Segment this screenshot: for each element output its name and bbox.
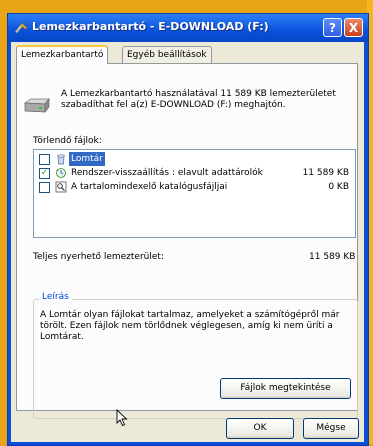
title-bar[interactable]: Lemezkarbantartó - E-DOWNLOAD (F:) ? X xyxy=(8,14,368,42)
mouse-cursor-icon xyxy=(116,409,128,427)
help-button[interactable]: ? xyxy=(323,18,342,37)
dialog-body: Lemezkarbantartó Egyéb beállítások A Lem… xyxy=(11,42,364,442)
list-item-recycle-bin[interactable]: Lomtár 0 KB xyxy=(36,152,353,166)
recycle-bin-icon xyxy=(57,154,65,165)
cleanup-description: A Lemezkarbantartó használatával 11 589 … xyxy=(61,89,336,110)
list-item-size: 11 589 KB xyxy=(302,168,349,178)
description-legend: Leírás xyxy=(39,292,72,302)
files-list[interactable]: Lomtár 0 KB ✓ Rendszer-visszaállítás : e… xyxy=(33,149,356,238)
list-item-label: Lomtár xyxy=(69,152,105,166)
list-item-size: 0 KB xyxy=(328,154,349,164)
disk-cleanup-icon xyxy=(14,22,28,34)
cancel-button[interactable]: Mégse xyxy=(303,418,359,439)
list-item-system-restore[interactable]: ✓ Rendszer-visszaállítás : elavult adatt… xyxy=(36,166,353,180)
system-restore-icon xyxy=(56,168,66,178)
tab-disk-cleanup[interactable]: Lemezkarbantartó xyxy=(16,45,109,64)
index-catalog-icon xyxy=(55,181,67,193)
list-item-label: Rendszer-visszaállítás : elavult adattár… xyxy=(71,168,263,178)
list-item-label: A tartalomindexelő katalógusfájljai xyxy=(71,182,228,192)
dialog-window: Lemezkarbantartó - E-DOWNLOAD (F:) ? X L… xyxy=(7,13,369,446)
files-to-delete-label: Törlendő fájlok: xyxy=(33,136,102,146)
hard-drive-icon xyxy=(23,98,50,113)
total-space-label: Teljes nyerhető lemezterület: xyxy=(33,252,164,262)
checkbox-system-restore[interactable]: ✓ xyxy=(39,168,50,179)
window-title: Lemezkarbantartó - E-DOWNLOAD (F:) xyxy=(32,20,269,33)
checkbox-index-catalog[interactable] xyxy=(39,182,50,193)
checkbox-recycle-bin[interactable] xyxy=(39,154,50,165)
tab-more-options[interactable]: Egyéb beállítások xyxy=(122,46,212,63)
ok-button[interactable]: OK xyxy=(226,418,294,439)
view-files-button[interactable]: Fájlok megtekintése xyxy=(220,378,351,399)
list-item-size: 0 KB xyxy=(328,182,349,192)
close-button[interactable]: X xyxy=(344,18,363,37)
list-item-index-catalog[interactable]: A tartalomindexelő katalógusfájljai 0 KB xyxy=(36,180,353,194)
total-space-value: 11 589 KB xyxy=(309,252,356,262)
description-text: A Lomtár olyan fájlokat tartalmaz, amely… xyxy=(40,310,340,342)
